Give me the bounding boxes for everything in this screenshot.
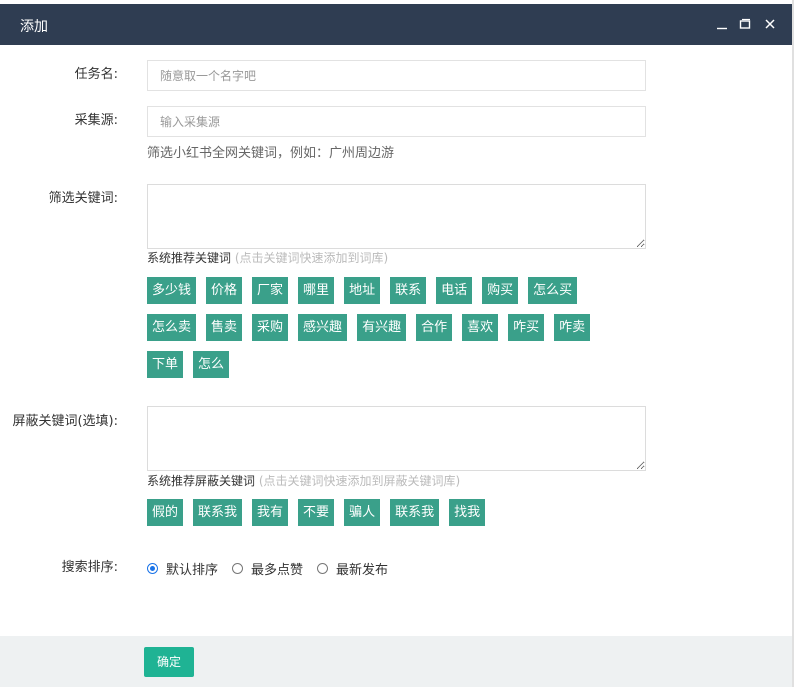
minimize-button[interactable] <box>711 12 733 36</box>
filter-keyword-chip[interactable]: 联系 <box>390 277 427 304</box>
filter-keyword-chip[interactable]: 有兴趣 <box>357 314 407 341</box>
filter-keyword-chip[interactable]: 喜欢 <box>462 314 499 341</box>
sort-option-label: 最新发布 <box>336 563 389 578</box>
source-help-text: 筛选小红书全网关键词，例如：广州周边游 <box>147 146 395 161</box>
block-keywords-hint-title: 系统推荐屏蔽关键词 <box>147 474 256 488</box>
block-keyword-chip[interactable]: 骗人 <box>344 499 381 526</box>
filter-keyword-chip[interactable]: 咋买 <box>508 314 545 341</box>
radio-circle-icon <box>317 563 329 574</box>
filter-keywords-label: 筛选关键词: <box>48 191 118 206</box>
filter-keyword-chip[interactable]: 怎么买 <box>528 277 578 304</box>
radio-circle-icon <box>232 563 244 574</box>
block-keyword-chip[interactable]: 联系我 <box>390 499 440 526</box>
radio-circle-icon <box>147 563 158 574</box>
sort-option-radio[interactable]: 默认排序 <box>147 559 218 578</box>
filter-keyword-chip[interactable]: 地址 <box>344 277 381 304</box>
block-keyword-chip[interactable]: 不要 <box>298 499 335 526</box>
maximize-icon <box>739 18 751 29</box>
source-label: 采集源: <box>74 113 118 128</box>
filter-keyword-chip[interactable]: 咋卖 <box>554 314 591 341</box>
filter-keyword-chip[interactable]: 感兴趣 <box>298 314 348 341</box>
filter-keyword-chip[interactable]: 哪里 <box>298 277 335 304</box>
maximize-button[interactable] <box>734 12 756 36</box>
dialog-titlebar: 添加 <box>0 4 794 45</box>
sort-option-radio[interactable]: 最多点赞 <box>232 559 303 578</box>
block-keyword-chips: 假的 联系我 我有 不要 骗人 联系我 找我 <box>147 499 617 526</box>
task-name-label: 任务名: <box>74 67 118 82</box>
filter-keyword-chip[interactable]: 采购 <box>252 314 289 341</box>
block-keyword-chip[interactable]: 联系我 <box>193 499 243 526</box>
close-button[interactable] <box>759 12 781 36</box>
filter-keyword-chip[interactable]: 怎么卖 <box>147 314 197 341</box>
task-name-input[interactable] <box>147 60 646 91</box>
source-input[interactable] <box>147 106 646 137</box>
block-keyword-chip[interactable]: 我有 <box>252 499 289 526</box>
minimize-icon <box>717 27 727 30</box>
sort-radio-group: 默认排序 最多点赞 最新发布 <box>147 559 402 578</box>
sort-option-label: 最多点赞 <box>251 563 304 578</box>
filter-keywords-hint-title: 系统推荐关键词 <box>147 251 232 265</box>
confirm-button[interactable]: 确定 <box>144 647 194 677</box>
filter-keyword-chips: 多少钱 价格 厂家 哪里 地址 联系 电话 购买 怎么买怎么卖 售卖 采购 感兴趣 有兴趣 合作 喜欢 咋买咋… <box>147 277 617 378</box>
filter-keyword-chip[interactable]: 怎么 <box>193 351 230 378</box>
sort-option-radio[interactable]: 最新发布 <box>317 559 388 578</box>
block-keywords-hint: 系统推荐屏蔽关键词 (点击关键词快速添加到屏蔽关键词库) <box>147 472 460 489</box>
filter-keyword-chip[interactable]: 合作 <box>416 314 453 341</box>
filter-keywords-hint: 系统推荐关键词 (点击关键词快速添加到词库) <box>147 249 388 266</box>
block-keywords-label: 屏蔽关键词(选填): <box>12 414 118 429</box>
filter-keywords-hint-sub: (点击关键词快速添加到词库) <box>234 251 389 265</box>
dialog-title: 添加 <box>20 19 48 35</box>
sort-label: 搜索排序: <box>61 560 118 575</box>
sort-option-label: 默认排序 <box>166 563 219 578</box>
dialog-footer: 确定 <box>0 636 794 687</box>
filter-keywords-textarea[interactable] <box>147 184 646 249</box>
close-icon <box>765 19 775 29</box>
filter-keyword-chip[interactable]: 售卖 <box>206 314 243 341</box>
filter-keyword-chip[interactable]: 厂家 <box>252 277 289 304</box>
block-keywords-textarea[interactable] <box>147 406 646 471</box>
filter-keyword-chip[interactable]: 多少钱 <box>147 277 197 304</box>
block-keyword-chip[interactable]: 找我 <box>449 499 486 526</box>
filter-keyword-chip[interactable]: 价格 <box>206 277 243 304</box>
block-keywords-hint-sub: (点击关键词快速添加到屏蔽关键词库) <box>258 474 461 488</box>
block-keyword-chip[interactable]: 假的 <box>147 499 184 526</box>
filter-keyword-chip[interactable]: 下单 <box>147 351 184 378</box>
filter-keyword-chip[interactable]: 购买 <box>482 277 519 304</box>
filter-keyword-chip[interactable]: 电话 <box>436 277 473 304</box>
